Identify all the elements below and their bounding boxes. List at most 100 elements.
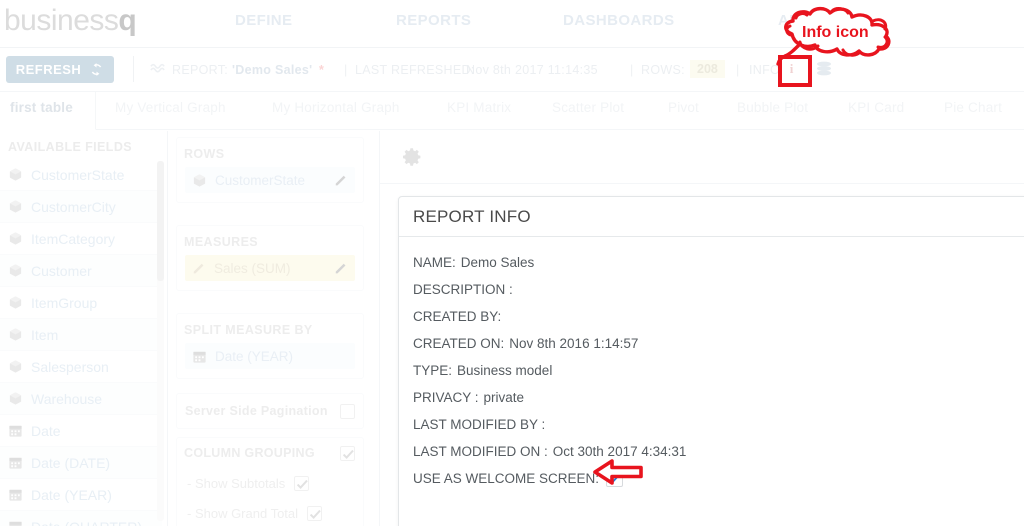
cube-icon <box>9 168 22 181</box>
tab-kpi-card[interactable]: KPI Card <box>848 100 904 115</box>
server-side-pagination-checkbox[interactable] <box>340 403 355 419</box>
report-info-label: LAST MODIFIED BY : <box>413 417 546 432</box>
calendar-icon <box>9 457 22 469</box>
column-grouping-header[interactable]: COLUMN GROUPING <box>177 438 363 468</box>
tab-my-vertical-graph[interactable]: My Vertical Graph <box>115 100 226 115</box>
measure-pencil-icon <box>193 263 204 274</box>
available-fields-list: CustomerState CustomerCity ItemCategory Cus… <box>0 159 162 526</box>
measures-section-title: MEASURES <box>184 235 259 249</box>
nav-item-dashboards[interactable]: DASHBOARDS <box>563 12 675 29</box>
show-subtotals-checkbox[interactable] <box>294 475 310 491</box>
database-icon[interactable] <box>813 58 835 80</box>
nav-item-admin[interactable]: ADMIN <box>778 12 829 29</box>
report-info-label: CREATED BY: <box>413 309 502 324</box>
split-measure-chip-date-year[interactable]: Date (YEAR) <box>185 343 355 369</box>
report-info-row: CREATED ON: Nov 8th 2016 1:14:57 <box>413 330 1024 357</box>
available-field-item[interactable]: ItemGroup <box>0 287 162 319</box>
use-as-welcome-screen-row: USE AS WELCOME SCREEN: <box>413 465 1024 492</box>
fields-scrollbar-thumb[interactable] <box>157 161 164 281</box>
rows-section-title: ROWS <box>184 147 225 161</box>
report-wave-icon <box>150 63 165 73</box>
tab-scatter-plot[interactable]: Scatter Plot <box>552 100 624 115</box>
app-root: businessq DEFINE REPORTS DASHBOARDS ADMI… <box>0 0 1024 526</box>
report-info-modal-header: REPORT INFO <box>399 197 1024 237</box>
calendar-icon <box>9 521 22 526</box>
available-field-item[interactable]: Item <box>0 319 162 351</box>
server-side-pagination-label: Server Side Pagination <box>185 404 328 418</box>
report-config-panel: ROWS CustomerState MEASURES Sales (SUM) <box>168 131 380 526</box>
cube-icon <box>9 296 22 309</box>
settings-gear-button[interactable] <box>400 145 424 169</box>
cube-icon <box>193 173 206 187</box>
gear-icon <box>403 148 421 166</box>
available-field-label: Salesperson <box>31 358 109 375</box>
available-field-item[interactable]: Date <box>0 415 162 447</box>
check-icon <box>342 449 354 459</box>
available-field-label: Date <box>31 422 61 439</box>
toolbar-last-refreshed-label: LAST REFRESHED: <box>355 63 475 77</box>
column-grouping-checkbox[interactable] <box>340 445 355 461</box>
report-info-row: DESCRIPTION : <box>413 276 1024 303</box>
calendar-icon <box>9 425 22 437</box>
available-field-label: ItemCategory <box>31 230 116 247</box>
available-field-label: Item <box>31 326 59 343</box>
available-field-label: Date (QUARTER) <box>31 519 142 526</box>
split-measure-chip-label: Date (YEAR) <box>215 348 294 364</box>
report-info-value: Business model <box>457 363 553 378</box>
report-info-label: TYPE: <box>413 363 453 378</box>
check-icon <box>608 473 621 484</box>
available-fields-panel: AVAILABLE FIELDS CustomerState CustomerCi… <box>0 131 168 526</box>
available-field-item[interactable]: Date (YEAR) <box>0 479 162 511</box>
nav-item-define[interactable]: DEFINE <box>235 12 292 29</box>
tab-pie-chart[interactable]: Pie Chart <box>944 100 1002 115</box>
cube-icon <box>9 264 22 277</box>
refresh-icon <box>92 63 102 76</box>
tab-kpi-matrix[interactable]: KPI Matrix <box>447 100 511 115</box>
tab-pivot[interactable]: Pivot <box>668 100 699 115</box>
available-field-item[interactable]: CustomerCity <box>0 191 162 223</box>
show-subtotals-row[interactable]: - Show Subtotals <box>177 468 363 498</box>
available-field-item[interactable]: CustomerState <box>0 159 162 191</box>
tab-my-horizontal-graph[interactable]: My Horizontal Graph <box>272 100 400 115</box>
show-subtotals-label: - Show Subtotals <box>187 475 286 491</box>
measures-chip-sales-sum[interactable]: Sales (SUM) <box>185 255 355 281</box>
refresh-button[interactable]: REFRESH <box>6 56 114 83</box>
fields-scrollbar[interactable] <box>157 161 164 521</box>
report-info-row: LAST MODIFIED ON : Oct 30th 2017 4:34:31 <box>413 438 1024 465</box>
report-info-label: PRIVACY : <box>413 390 479 405</box>
available-field-item[interactable]: ItemCategory <box>0 223 162 255</box>
brand-logo[interactable]: businessq <box>4 4 137 38</box>
report-info-label: LAST MODIFIED ON : <box>413 444 548 459</box>
check-icon <box>297 479 309 489</box>
available-field-item[interactable]: Salesperson <box>0 351 162 383</box>
edit-pencil-icon[interactable] <box>334 173 348 187</box>
split-measure-by-title: SPLIT MEASURE BY <box>184 323 313 337</box>
brand-logo-bold: q <box>118 4 137 37</box>
toolbar-divider-2: | <box>344 63 348 77</box>
report-info-value: Demo Sales <box>460 255 535 270</box>
report-info-row: NAME: Demo Sales <box>413 249 1024 276</box>
available-field-label: CustomerCity <box>31 198 116 215</box>
toolbar-rows-count: 208 <box>690 60 725 78</box>
brand-logo-light: business <box>4 4 119 37</box>
available-field-item[interactable]: Customer <box>0 255 162 287</box>
nav-item-reports[interactable]: REPORTS <box>396 12 471 29</box>
server-side-pagination-row[interactable]: Server Side Pagination <box>176 393 364 429</box>
available-field-item[interactable]: Date (QUARTER) <box>0 511 162 526</box>
report-info-body: NAME: Demo Sales DESCRIPTION : CREATED BY: C… <box>399 237 1024 492</box>
edit-pencil-icon[interactable] <box>334 261 348 275</box>
use-as-welcome-screen-checkbox[interactable] <box>606 470 624 487</box>
available-field-item[interactable]: Date (DATE) <box>0 447 162 479</box>
info-icon[interactable]: i <box>784 59 799 78</box>
tab-first-table[interactable]: first table <box>10 100 73 115</box>
report-info-row: PRIVACY : private <box>413 384 1024 411</box>
report-info-modal: REPORT INFO NAME: Demo Sales DESCRIPTION :… <box>398 196 1024 526</box>
rows-chip-label: CustomerState <box>215 172 306 188</box>
rows-chip-customerstate[interactable]: CustomerState <box>185 167 355 193</box>
show-grand-total-checkbox[interactable] <box>307 505 323 521</box>
tab-bubble-plot[interactable]: Bubble Plot <box>737 100 808 115</box>
available-field-item[interactable]: Warehouse <box>0 383 162 415</box>
column-grouping-title: COLUMN GROUPING <box>184 446 315 460</box>
show-grand-total-row[interactable]: - Show Grand Total <box>177 498 363 526</box>
report-info-row: LAST MODIFIED BY : <box>413 411 1024 438</box>
